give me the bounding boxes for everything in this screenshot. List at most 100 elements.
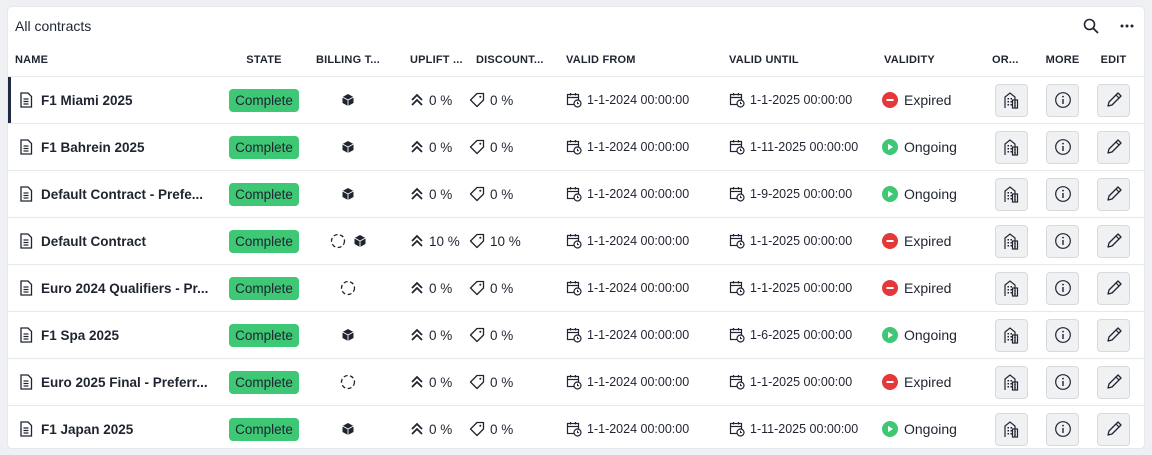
- valid-until-value: 1-1-2025 00:00:00: [750, 234, 853, 248]
- document-icon: [19, 139, 41, 155]
- col-discount[interactable]: DISCOUNT...: [469, 54, 555, 66]
- col-validity[interactable]: VALIDITY: [880, 54, 985, 66]
- table-row[interactable]: F1 Miami 2025 Complete 0 % 0 % 1-1-2024 …: [8, 76, 1144, 124]
- contract-name-cell[interactable]: Default Contract - Prefe...: [8, 186, 228, 202]
- uplift-value: 0 %: [429, 280, 453, 296]
- pencil-icon: [1105, 232, 1123, 250]
- uplift-value: 0 %: [429, 186, 453, 202]
- pencil-icon: [1105, 279, 1123, 297]
- table-row[interactable]: Euro 2024 Qualifiers - Pr... Complete 0 …: [8, 265, 1144, 312]
- building-icon: [1003, 326, 1019, 344]
- table-row[interactable]: F1 Bahrein 2025 Complete 0 % 0 % 1-1-202…: [8, 124, 1144, 171]
- col-name[interactable]: NAME: [8, 54, 228, 66]
- state-badge: Complete: [229, 323, 299, 347]
- contract-name[interactable]: F1 Japan 2025: [41, 422, 133, 437]
- more-info-button[interactable]: [1046, 224, 1079, 258]
- info-icon: [1054, 373, 1072, 391]
- discount-tag-icon: [469, 233, 490, 249]
- uplift-icon: [410, 93, 429, 107]
- col-org[interactable]: OR...: [985, 54, 1037, 66]
- organization-button[interactable]: [994, 412, 1028, 446]
- uplift-icon: [410, 281, 429, 295]
- organization-button[interactable]: [994, 318, 1028, 352]
- col-valid-until[interactable]: VALID UNTIL: [718, 54, 880, 66]
- contract-name[interactable]: Euro 2024 Qualifiers - Pr...: [41, 281, 208, 296]
- document-icon: [19, 421, 41, 437]
- contract-name-cell[interactable]: F1 Miami 2025: [8, 92, 228, 108]
- contract-name-cell[interactable]: F1 Japan 2025: [8, 421, 228, 437]
- more-horizontal-icon[interactable]: [1116, 15, 1138, 37]
- organization-button[interactable]: [994, 365, 1028, 399]
- edit-button[interactable]: [1097, 365, 1130, 399]
- edit-button[interactable]: [1097, 224, 1130, 258]
- edit-button[interactable]: [1097, 271, 1130, 305]
- organization-button[interactable]: [994, 271, 1028, 305]
- ongoing-status-icon: [882, 186, 898, 202]
- product-box-icon: [341, 187, 355, 201]
- more-info-button[interactable]: [1046, 365, 1079, 399]
- contract-name-cell[interactable]: Euro 2025 Final - Preferr...: [8, 374, 228, 390]
- uplift-icon: [410, 140, 429, 154]
- contract-name-cell[interactable]: F1 Bahrein 2025: [8, 139, 228, 155]
- contract-name[interactable]: F1 Bahrein 2025: [41, 140, 145, 155]
- validity-value: Expired: [904, 92, 952, 108]
- table-row[interactable]: F1 Japan 2025 Complete 0 % 0 % 1-1-2024 …: [8, 406, 1144, 448]
- col-uplift[interactable]: UPLIFT ...: [396, 54, 469, 66]
- col-more[interactable]: MORE: [1037, 54, 1088, 66]
- edit-button[interactable]: [1097, 83, 1130, 117]
- discount-value: 0 %: [490, 421, 514, 437]
- validity-value: Expired: [904, 374, 952, 390]
- contract-name[interactable]: Default Contract: [41, 234, 146, 249]
- col-edit[interactable]: EDIT: [1088, 54, 1139, 66]
- building-icon: [1003, 420, 1019, 438]
- discount-value: 0 %: [490, 280, 514, 296]
- building-icon: [1003, 91, 1019, 109]
- contract-name-cell[interactable]: Euro 2024 Qualifiers - Pr...: [8, 280, 228, 296]
- search-icon[interactable]: [1080, 15, 1102, 37]
- validity-value: Expired: [904, 280, 952, 296]
- edit-button[interactable]: [1097, 318, 1130, 352]
- col-billing[interactable]: BILLING T...: [300, 54, 396, 66]
- pencil-icon: [1105, 185, 1123, 203]
- col-valid-from[interactable]: VALID FROM: [555, 54, 718, 66]
- contract-name-cell[interactable]: Default Contract: [8, 233, 228, 249]
- calendar-clock-icon: [729, 421, 750, 437]
- calendar-clock-icon: [729, 139, 750, 155]
- pencil-icon: [1105, 373, 1123, 391]
- building-icon: [1003, 232, 1019, 250]
- contract-name[interactable]: Euro 2025 Final - Preferr...: [41, 375, 208, 390]
- organization-button[interactable]: [994, 83, 1028, 117]
- edit-button[interactable]: [1097, 177, 1130, 211]
- valid-until-value: 1-11-2025 00:00:00: [750, 140, 859, 154]
- more-info-button[interactable]: [1046, 177, 1079, 211]
- contract-name[interactable]: Default Contract - Prefe...: [41, 187, 203, 202]
- billing-type-cell: [300, 328, 396, 342]
- organization-button[interactable]: [994, 224, 1028, 258]
- more-info-button[interactable]: [1046, 412, 1079, 446]
- edit-button[interactable]: [1097, 412, 1130, 446]
- info-icon: [1054, 326, 1072, 344]
- contract-name-cell[interactable]: F1 Spa 2025: [8, 327, 228, 343]
- valid-from-value: 1-1-2024 00:00:00: [587, 234, 690, 248]
- organization-button[interactable]: [994, 130, 1028, 164]
- table-row[interactable]: Default Contract - Prefe... Complete 0 %…: [8, 171, 1144, 218]
- pencil-icon: [1105, 91, 1123, 109]
- organization-button[interactable]: [994, 177, 1028, 211]
- edit-button[interactable]: [1097, 130, 1130, 164]
- calendar-clock-icon: [566, 280, 587, 296]
- more-info-button[interactable]: [1046, 130, 1079, 164]
- calendar-clock-icon: [566, 92, 587, 108]
- table-row[interactable]: Default Contract Complete 10 % 10 % 1-1-…: [8, 218, 1144, 265]
- table-row[interactable]: F1 Spa 2025 Complete 0 % 0 % 1-1-2024 00…: [8, 312, 1144, 359]
- more-info-button[interactable]: [1046, 83, 1079, 117]
- more-info-button[interactable]: [1046, 318, 1079, 352]
- state-badge: Complete: [229, 88, 299, 112]
- contract-name[interactable]: F1 Miami 2025: [41, 93, 133, 108]
- contract-name[interactable]: F1 Spa 2025: [41, 328, 119, 343]
- col-state[interactable]: STATE: [228, 54, 300, 66]
- discount-value: 0 %: [490, 186, 514, 202]
- valid-from-value: 1-1-2024 00:00:00: [587, 422, 690, 436]
- more-info-button[interactable]: [1046, 271, 1079, 305]
- table-row[interactable]: Euro 2025 Final - Preferr... Complete 0 …: [8, 359, 1144, 406]
- discount-value: 0 %: [490, 92, 514, 108]
